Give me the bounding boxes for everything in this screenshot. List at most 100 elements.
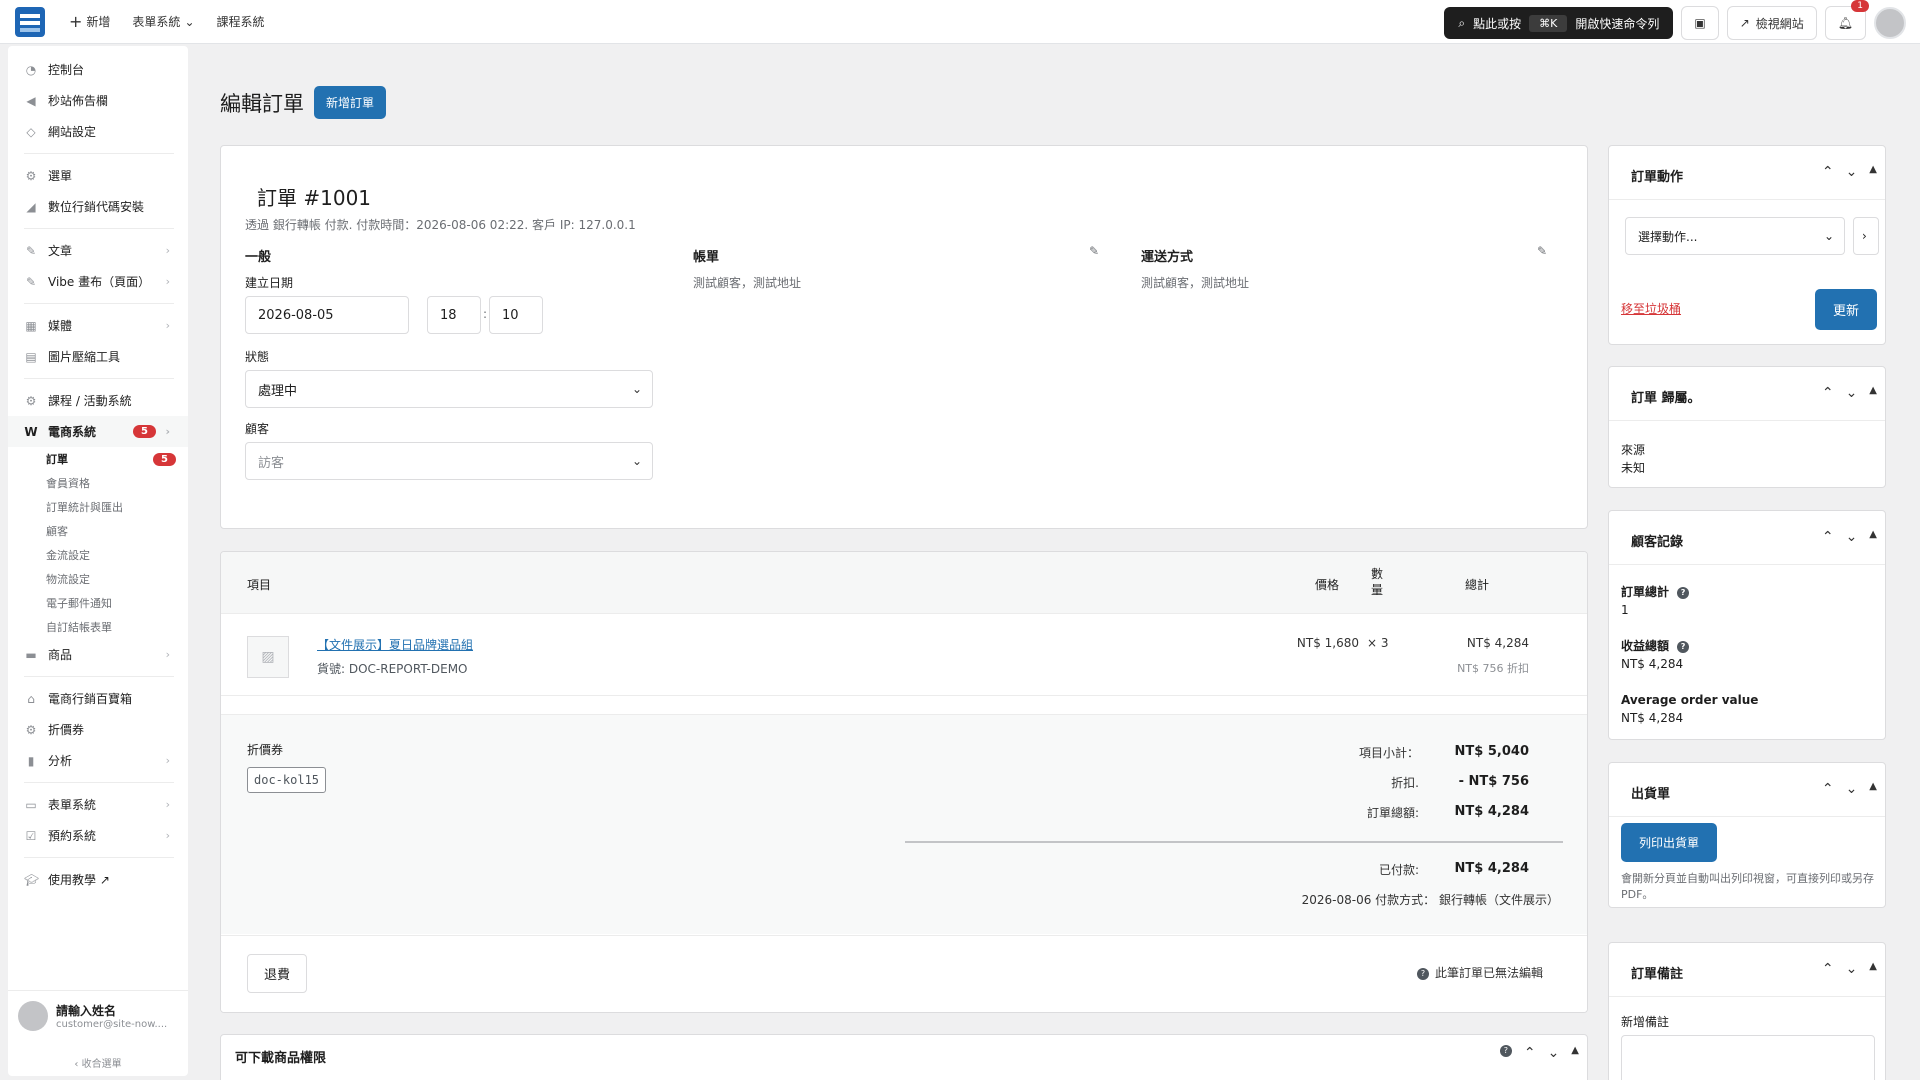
sidebar-divider	[24, 303, 174, 304]
customer-history-panel: 顧客記錄 ⌃ ⌄ ▲ 訂單總計? 1 收益總額? NT$ 4,284 Average…	[1608, 510, 1886, 740]
discount-label: 折扣.	[1391, 776, 1419, 790]
coupon-code[interactable]: doc-kol15	[247, 767, 327, 793]
toggle-panel-icon[interactable]: ▲	[1869, 781, 1877, 797]
image-placeholder-icon: ▨	[247, 636, 289, 678]
customer-label: 顧客	[245, 422, 270, 436]
page-header: 編輯訂單 新增訂單	[220, 86, 387, 119]
sidebar-item-tutorials[interactable]: 🎓︎ 使用教學 ↗	[8, 864, 188, 895]
apply-action-button[interactable]: ›	[1853, 217, 1879, 255]
edit-billing-icon[interactable]: ✎	[1089, 244, 1099, 258]
status-select[interactable]: 處理中 ⌄	[245, 370, 653, 408]
sidebar-subitem-memberships[interactable]: 會員資格	[8, 471, 188, 495]
page-title: 編輯訂單	[220, 91, 304, 116]
search-icon: ⌕	[1458, 15, 1466, 30]
total-orders-label: 訂單總計?	[1621, 583, 1690, 600]
sidebar-item-booking[interactable]: ☑ 預約系統 ›	[8, 820, 188, 851]
toggle-panel-icon[interactable]: ▲	[1869, 385, 1877, 401]
sidebar-item-announcements[interactable]: ◀ 秒站佈告欄	[8, 85, 188, 116]
toggle-panel-icon[interactable]: ▲	[1869, 164, 1877, 180]
hour-input[interactable]: 18	[427, 296, 481, 334]
attribution-title: 訂單 歸屬。	[1631, 391, 1701, 406]
customer-select[interactable]: 訪客 ⌄	[245, 442, 653, 480]
print-packing-slip-button[interactable]: 列印出貨單	[1621, 823, 1718, 862]
order-notes-title: 訂單備註	[1631, 967, 1684, 982]
sidebar-divider	[24, 378, 174, 379]
collapse-menu-button[interactable]: ‹ 收合選單	[8, 1055, 188, 1070]
view-site-button[interactable]: ↗ 檢視網站	[1726, 6, 1817, 40]
sidebar-item-marketing-toolbox[interactable]: ⌂ 電商行銷百寶箱	[8, 683, 188, 714]
chevron-right-icon: ›	[165, 648, 170, 661]
sidebar-item-marketing-codes[interactable]: ◢ 數位行銷代碼安裝	[8, 191, 188, 222]
avatar[interactable]	[1874, 7, 1906, 39]
created-date-input[interactable]: 2026-08-05	[245, 296, 409, 334]
col-total: 總計	[1465, 578, 1490, 592]
sidebar-item-media[interactable]: ▦ 媒體 ›	[8, 310, 188, 341]
time-separator: :	[483, 307, 488, 321]
add-order-button[interactable]: 新增訂單	[314, 86, 387, 119]
move-down-icon[interactable]: ⌄	[1846, 961, 1858, 977]
sidebar-item-menus[interactable]: ⚙ 選單	[8, 160, 188, 191]
panel-controls: ⌃ ⌄ ▲	[1822, 529, 1877, 545]
sidebar-subitem-orders[interactable]: 訂單 5	[8, 447, 188, 471]
sidebar-item-vibe-pages[interactable]: ✎ Vibe 畫布（頁面） ›	[8, 266, 188, 297]
box-icon: ▬	[25, 647, 37, 662]
chevron-right-icon: ›	[165, 829, 170, 842]
sidebar-item-forms[interactable]: ▭ 表單系統 ›	[8, 789, 188, 820]
move-up-icon[interactable]: ⌃	[1822, 385, 1834, 401]
move-down-icon[interactable]: ⌄	[1548, 1045, 1560, 1061]
sidebar-subitem-order-stats[interactable]: 訂單統計與匯出	[8, 495, 188, 519]
forms-menu[interactable]: 表單系統 ⌄	[132, 13, 194, 30]
sidebar-subitem-emails[interactable]: 電子郵件通知	[8, 591, 188, 615]
billing-address: 測試顧客，測試地址	[693, 276, 802, 290]
sidebar-item-site-settings[interactable]: ◇ 網站設定	[8, 116, 188, 147]
sidebar-divider	[24, 676, 174, 677]
site-logo[interactable]	[15, 6, 45, 37]
toggle-panel-icon[interactable]: ▲	[1571, 1045, 1579, 1061]
course-menu[interactable]: 課程系統	[217, 13, 265, 30]
sidebar-item-image-compress[interactable]: ▤ 圖片壓縮工具	[8, 341, 188, 372]
help-icon[interactable]: ?	[1677, 586, 1690, 599]
sidebar-item-ecommerce[interactable]: W 電商系統 5 ›	[8, 416, 188, 447]
move-down-icon[interactable]: ⌄	[1846, 781, 1858, 797]
edit-shipping-icon[interactable]: ✎	[1537, 244, 1547, 258]
sidebar-subitem-checkout-form[interactable]: 自訂結帳表單	[8, 615, 188, 639]
sidebar-item-products[interactable]: ▬ 商品 ›	[8, 639, 188, 670]
toggle-panel-icon[interactable]: ▲	[1869, 961, 1877, 977]
minute-input[interactable]: 10	[489, 296, 543, 334]
move-up-icon[interactable]: ⌃	[1822, 529, 1834, 545]
product-link[interactable]: 【文件展示】夏日品牌選品組	[317, 636, 473, 653]
move-up-icon[interactable]: ⌃	[1822, 961, 1834, 977]
move-up-icon[interactable]: ⌃	[1822, 781, 1834, 797]
sidebar-item-analytics[interactable]: ▮ 分析 ›	[8, 745, 188, 776]
sidebar-subitem-payments[interactable]: 金流設定	[8, 543, 188, 567]
notifications-button[interactable]: 🔔︎ 1	[1824, 0, 1869, 40]
help-icon[interactable]: ?	[1499, 1045, 1512, 1057]
order-total-label: 訂單總額:	[1366, 806, 1419, 820]
sidebar-item-coupons[interactable]: ⚙ 折價券	[8, 714, 188, 745]
update-button[interactable]: 更新	[1815, 289, 1878, 330]
sidebar-subitem-shipping[interactable]: 物流設定	[8, 567, 188, 591]
move-up-icon[interactable]: ⌃	[1822, 164, 1834, 180]
sidebar-item-posts[interactable]: ✎ 文章 ›	[8, 235, 188, 266]
order-action-select[interactable]: 選擇動作... ⌄	[1625, 217, 1845, 255]
move-down-icon[interactable]: ⌄	[1846, 385, 1858, 401]
sidebar-user[interactable]: 請輸入姓名 customer@site-now....	[8, 990, 188, 1040]
move-down-icon[interactable]: ⌄	[1846, 164, 1858, 180]
sidebar-item-courses[interactable]: ⚙ 課程 / 活動系統	[8, 385, 188, 416]
help-icon[interactable]: ?	[1677, 640, 1690, 653]
subtotal-label: 項目小計：	[1358, 746, 1419, 760]
new-menu[interactable]: + 新增	[69, 12, 110, 31]
move-up-icon[interactable]: ⌃	[1524, 1045, 1536, 1061]
command-palette-button[interactable]: ⌕ 點此或按 ⌘K 開啟快速命令列	[1444, 7, 1674, 39]
note-textarea[interactable]	[1621, 1035, 1875, 1080]
order-items-panel: 項目 價格 數量 總計 ▨ 【文件展示】夏日品牌選品組 貨號: DOC-REPO…	[220, 551, 1588, 1013]
order-total-value: NT$ 4,284	[1454, 804, 1529, 819]
move-to-trash-link[interactable]: 移至垃圾桶	[1621, 300, 1681, 317]
sidebar-subitem-customers[interactable]: 顧客	[8, 519, 188, 543]
preview-button[interactable]: ▣	[1681, 6, 1719, 40]
sidebar-item-dashboard[interactable]: ◔ 控制台	[8, 54, 188, 85]
move-down-icon[interactable]: ⌄	[1846, 529, 1858, 545]
chevron-right-icon: ›	[165, 798, 170, 811]
toggle-panel-icon[interactable]: ▲	[1869, 529, 1877, 545]
refund-button[interactable]: 退費	[247, 954, 308, 993]
